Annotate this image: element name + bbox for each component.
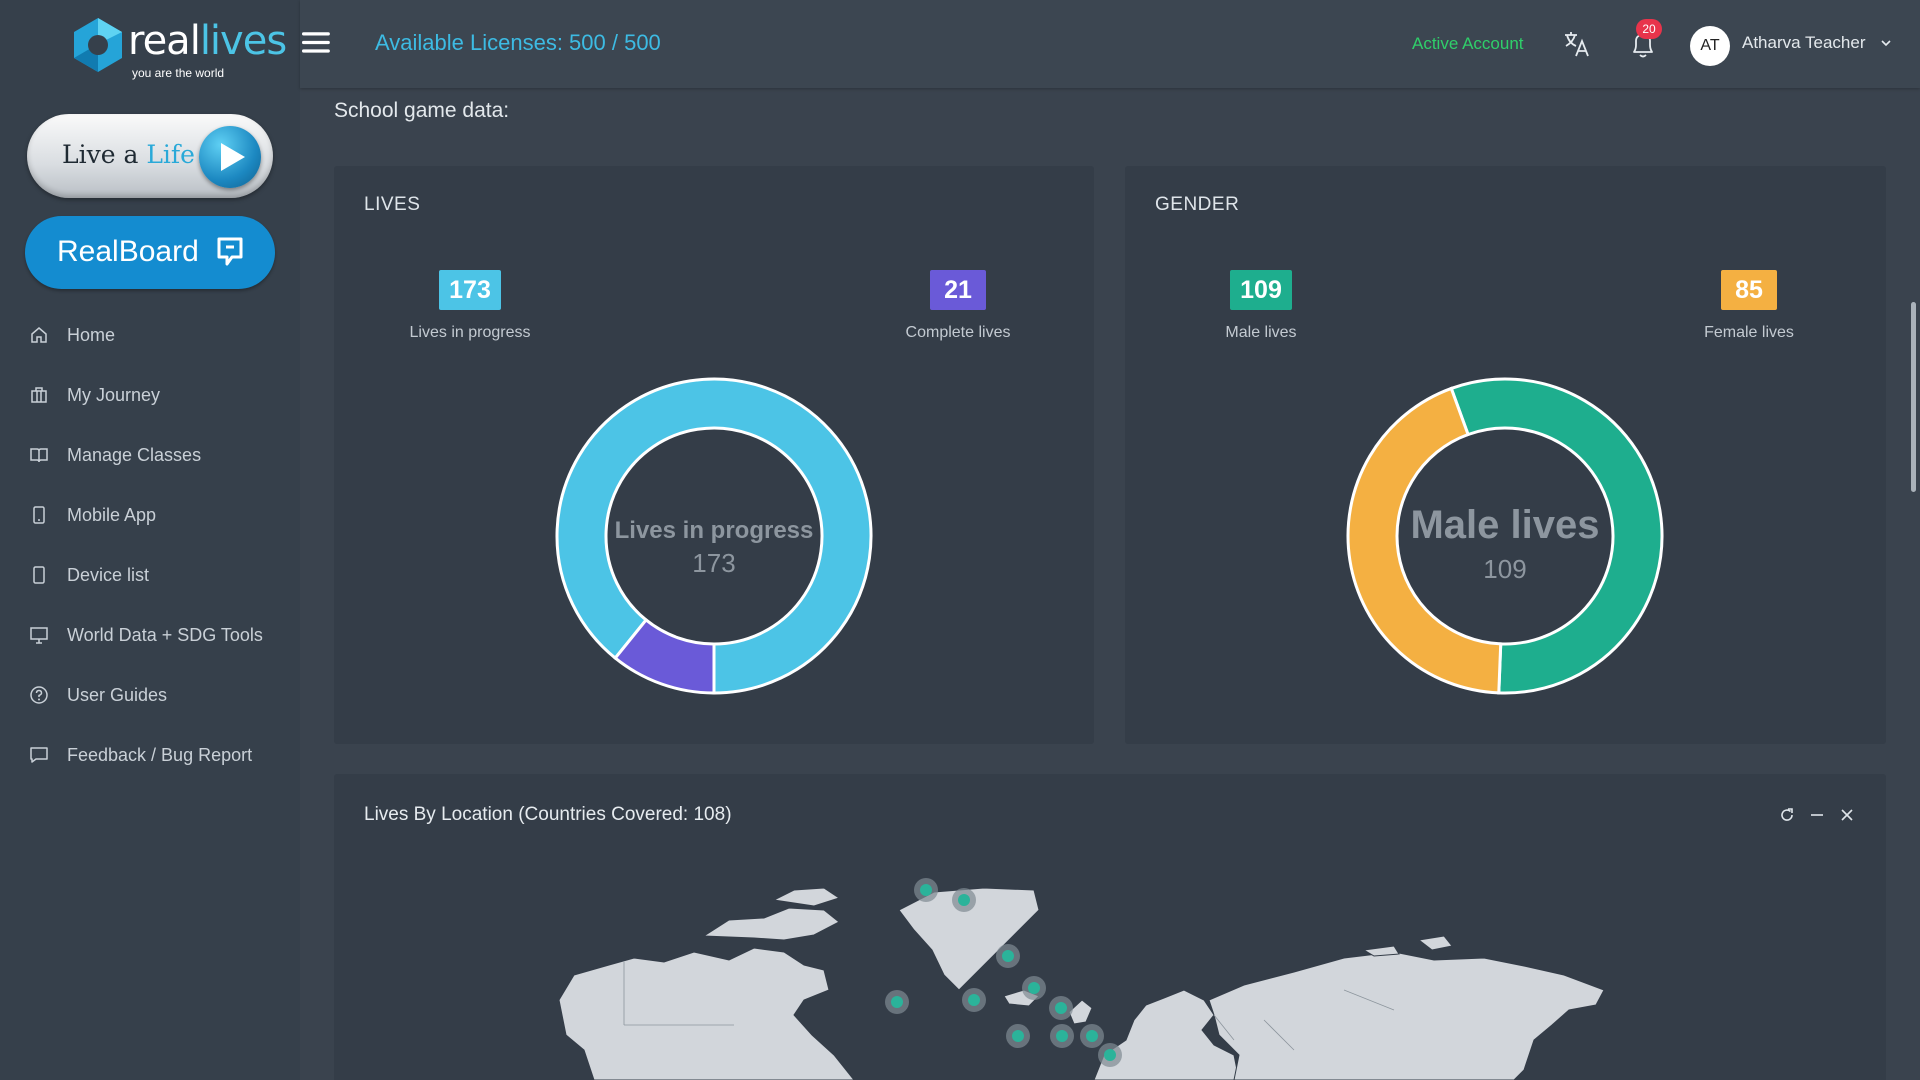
donut-center-value: 173 <box>692 548 735 578</box>
donut-center-label: Lives in progress <box>615 517 814 544</box>
lives-donut-chart: Lives in progress 173 <box>555 377 873 695</box>
realboard-label: RealBoard <box>57 235 199 268</box>
sidebar-item-label: My Journey <box>67 384 161 405</box>
sidebar-item-my-journey[interactable]: My Journey <box>0 365 300 425</box>
card-title: LIVES <box>364 194 421 215</box>
sidebar-nav: Home My Journey Manage Classes Mobile Ap… <box>0 305 300 785</box>
sidebar-item-manage-classes[interactable]: Manage Classes <box>0 425 300 485</box>
sidebar-item-label: Home <box>67 324 116 345</box>
refresh-icon[interactable] <box>1778 806 1796 824</box>
map-title: Lives By Location (Countries Covered: 10… <box>364 804 732 825</box>
book-icon <box>29 445 49 465</box>
page-title: School game data: <box>334 99 510 122</box>
sidebar-item-mobile-app[interactable]: Mobile App <box>0 485 300 545</box>
donut-center-value: 109 <box>1483 554 1526 584</box>
available-licenses: Available Licenses: 500 / 500 <box>375 30 661 55</box>
lives-card: LIVES 173 Lives in progress 21 Complete … <box>334 166 1094 744</box>
logo-mark-icon <box>74 18 122 72</box>
logo-wordmark: reallives <box>128 18 287 64</box>
sidebar-item-label: Feedback / Bug Report <box>67 744 253 765</box>
stat-value-badge: 21 <box>930 270 986 310</box>
stat-female-lives: 85 Female lives <box>1649 270 1849 342</box>
lives-by-location-card: Lives By Location (Countries Covered: 10… <box>334 774 1886 1080</box>
notification-badge: 20 <box>1636 19 1662 39</box>
map-asia <box>1208 951 1605 1080</box>
stat-complete-lives: 21 Complete lives <box>858 270 1058 342</box>
stat-lives-in-progress: 173 Lives in progress <box>370 270 570 342</box>
sidebar-item-label: Manage Classes <box>67 444 202 465</box>
stat-label: Complete lives <box>905 324 1011 341</box>
stat-value-badge: 173 <box>439 270 501 310</box>
sidebar-item-user-guides[interactable]: User Guides <box>0 665 300 725</box>
donut-center-label: Male lives <box>1410 503 1599 547</box>
reallives-logo[interactable]: reallives you are the world <box>68 14 287 80</box>
avatar[interactable]: AT <box>1690 26 1730 66</box>
user-name[interactable]: Atharva Teacher <box>1742 33 1865 53</box>
chevron-down-icon[interactable] <box>1880 38 1892 48</box>
gender-donut-chart: Male lives 109 <box>1346 377 1664 695</box>
close-icon[interactable] <box>1838 806 1856 824</box>
sidebar-item-device-list[interactable]: Device list <box>0 545 300 605</box>
briefcase-icon <box>29 385 49 405</box>
live-a-life-label: Live a Life <box>62 140 195 169</box>
stat-male-lives: 109 Male lives <box>1161 270 1361 342</box>
stat-label: Female lives <box>1704 324 1794 341</box>
realboard-icon <box>217 237 243 266</box>
sidebar-item-label: Device list <box>67 564 150 585</box>
world-map[interactable] <box>334 840 1886 1080</box>
help-circle-icon <box>29 685 49 705</box>
realboard-button[interactable]: RealBoard <box>25 216 275 289</box>
sidebar-item-label: World Data + SDG Tools <box>67 624 263 645</box>
account-status: Active Account <box>1412 34 1524 53</box>
monitor-icon <box>29 625 49 645</box>
stat-label: Lives in progress <box>409 324 531 341</box>
sidebar-item-world-data[interactable]: World Data + SDG Tools <box>0 605 300 665</box>
sidebar-item-home[interactable]: Home <box>0 305 300 365</box>
minimize-icon[interactable] <box>1808 806 1826 824</box>
stat-value-badge: 109 <box>1230 270 1292 310</box>
home-icon <box>29 325 49 345</box>
stat-value-badge: 85 <box>1721 270 1777 310</box>
card-title: GENDER <box>1155 194 1240 215</box>
play-icon <box>199 126 261 188</box>
sidebar-item-feedback[interactable]: Feedback / Bug Report <box>0 725 300 785</box>
page-scrollbar[interactable] <box>1911 302 1916 492</box>
translate-icon[interactable] <box>1562 29 1592 59</box>
stat-label: Male lives <box>1225 324 1297 341</box>
logo-tagline: you are the world <box>132 66 225 80</box>
hamburger-menu-icon[interactable] <box>302 30 332 56</box>
card-tools <box>1778 806 1856 824</box>
sidebar: reallives you are the world Live a Life … <box>0 0 300 1080</box>
chat-icon <box>29 745 49 765</box>
live-a-life-button[interactable]: Live a Life <box>27 114 273 198</box>
map-arctic-islands <box>702 907 840 941</box>
sidebar-item-label: Mobile App <box>67 504 157 525</box>
mobile-icon <box>29 505 49 525</box>
map-north-america <box>558 947 855 1080</box>
gender-card: GENDER 109 Male lives 85 Female lives Ma… <box>1125 166 1886 744</box>
device-icon <box>29 565 49 585</box>
sidebar-item-label: User Guides <box>67 684 168 705</box>
